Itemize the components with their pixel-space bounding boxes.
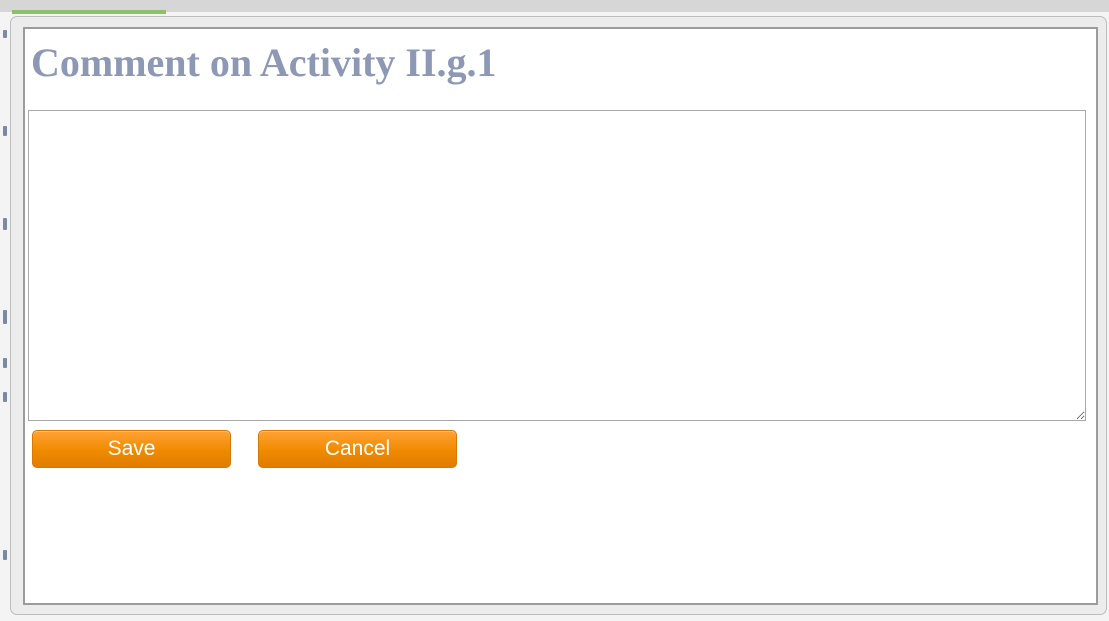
dialog-title: Comment on Activity II.g.1: [31, 40, 497, 85]
comment-textarea[interactable]: [28, 110, 1086, 421]
backdrop-edge-glyphs: [0, 20, 10, 600]
backdrop-tab-accent: [12, 10, 166, 14]
backdrop-top-strip: [0, 0, 1109, 12]
comment-dialog: Comment on Activity II.g.1 Save Cancel: [23, 27, 1098, 605]
save-button[interactable]: Save: [32, 430, 231, 468]
cancel-button[interactable]: Cancel: [258, 430, 457, 468]
